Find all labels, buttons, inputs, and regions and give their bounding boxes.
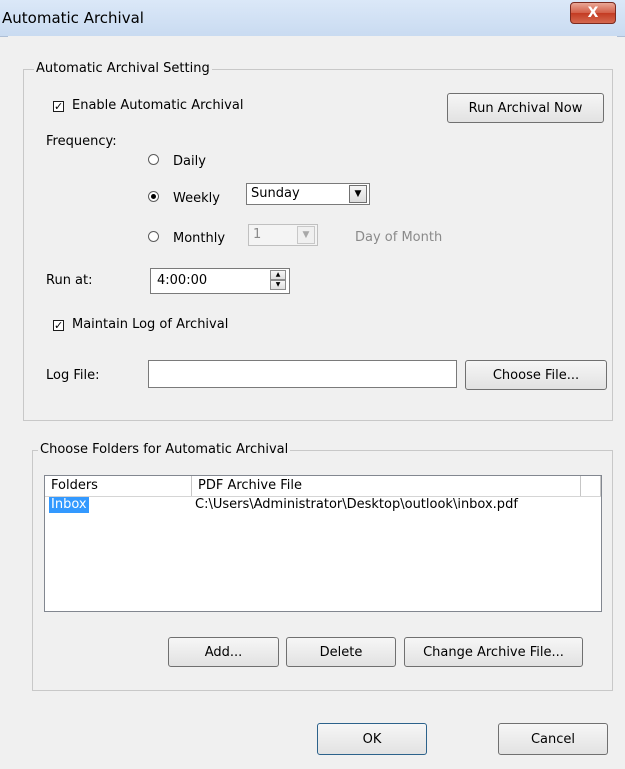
column-header-spacer [581, 476, 601, 496]
folders-list[interactable]: Folders PDF Archive File Inbox C:\Users\… [44, 475, 602, 612]
monthly-day-select: 1 ▼ [248, 224, 318, 246]
title-bar: Automatic Archival X [0, 0, 625, 37]
window-title: Automatic Archival [2, 9, 144, 27]
log-file-field[interactable] [148, 360, 457, 388]
run-at-spinner[interactable]: ▲ ▼ [270, 270, 288, 292]
daily-label[interactable]: Daily [173, 154, 206, 170]
table-row[interactable]: Inbox C:\Users\Administrator\Desktop\out… [45, 496, 601, 514]
change-archive-file-button[interactable]: Change Archive File... [404, 637, 583, 667]
automatic-archival-dialog: Automatic Archival X Automatic Archival … [0, 0, 625, 769]
monthly-label[interactable]: Monthly [173, 231, 225, 247]
archival-setting-group-label: Automatic Archival Setting [34, 61, 212, 77]
maintain-log-checkbox[interactable]: ✓ [53, 320, 64, 331]
chevron-down-icon[interactable]: ▼ [349, 185, 367, 203]
folder-cell[interactable]: Inbox [49, 497, 89, 513]
run-at-time-value: 4:00:00 [157, 273, 208, 288]
close-button[interactable]: X [570, 2, 616, 24]
run-at-time-field[interactable]: 4:00:00 [150, 268, 290, 294]
close-icon: X [587, 5, 599, 21]
column-header-archive-file[interactable]: PDF Archive File [192, 476, 581, 496]
log-file-label: Log File: [46, 368, 100, 383]
monthly-day-value: 1 [253, 227, 262, 242]
choose-file-button[interactable]: Choose File... [465, 360, 607, 390]
delete-folder-button[interactable]: Delete [286, 637, 396, 667]
weekly-day-select[interactable]: Sunday ▼ [246, 183, 370, 205]
chevron-down-icon: ▼ [297, 226, 315, 244]
add-folder-button[interactable]: Add... [168, 637, 279, 667]
ok-button[interactable]: OK [317, 723, 427, 755]
enable-archival-label[interactable]: Enable Automatic Archival [72, 98, 243, 114]
spin-down-icon[interactable]: ▼ [270, 280, 286, 290]
day-of-month-label: Day of Month [355, 230, 443, 245]
weekly-radio[interactable] [148, 191, 159, 202]
spin-up-icon[interactable]: ▲ [270, 270, 286, 280]
frequency-label: Frequency: [46, 134, 117, 149]
weekly-day-value: Sunday [251, 186, 300, 201]
dialog-body: Automatic Archival Setting ✓ Enable Auto… [8, 36, 617, 769]
column-header-folders[interactable]: Folders [45, 476, 192, 496]
cancel-button[interactable]: Cancel [498, 723, 608, 755]
folders-list-header: Folders PDF Archive File [45, 476, 601, 497]
maintain-log-label[interactable]: Maintain Log of Archival [72, 317, 228, 333]
run-archival-now-button[interactable]: Run Archival Now [447, 93, 604, 123]
enable-archival-checkbox[interactable]: ✓ [53, 101, 64, 112]
run-at-label: Run at: [46, 273, 93, 288]
monthly-radio[interactable] [148, 231, 159, 242]
folders-group-label: Choose Folders for Automatic Archival [38, 442, 291, 458]
daily-radio[interactable] [148, 154, 159, 165]
archive-file-cell[interactable]: C:\Users\Administrator\Desktop\outlook\i… [195, 497, 518, 513]
weekly-label[interactable]: Weekly [173, 191, 220, 207]
